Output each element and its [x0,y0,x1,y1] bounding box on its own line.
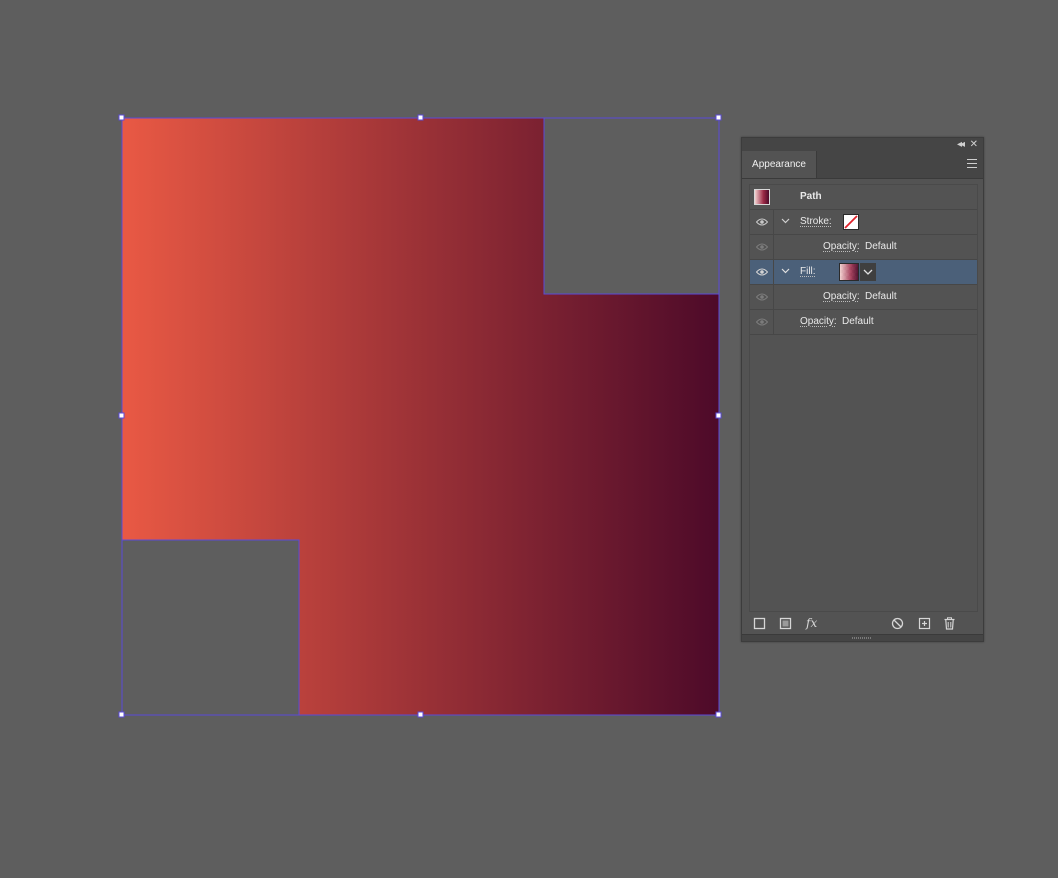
fill-gradient-swatch[interactable] [839,263,859,281]
object-opacity-value: Default [842,316,874,327]
clear-appearance-icon[interactable] [891,617,904,630]
row-stroke[interactable]: Stroke: [750,210,977,235]
chevron-down-icon[interactable] [781,216,790,225]
row-path[interactable]: Path [750,185,977,210]
hamburger-menu-icon[interactable] [967,159,977,168]
handle-middle-right[interactable] [715,412,722,419]
handle-top-middle[interactable] [417,114,424,121]
visibility-toggle-stroke-opacity[interactable] [750,235,774,259]
handle-bottom-left[interactable] [118,711,125,718]
visibility-toggle-stroke[interactable] [750,210,774,234]
panel-tab-bar: Appearance [742,151,983,179]
object-opacity-label[interactable]: Opacity: [800,316,837,327]
close-icon[interactable]: ✕ [970,139,978,151]
chevron-down-icon [863,269,873,275]
add-new-effect-icon[interactable]: fx [806,616,817,630]
eye-icon[interactable] [756,268,768,276]
eye-icon[interactable] [756,218,768,226]
trash-icon[interactable] [943,617,956,630]
stroke-label[interactable]: Stroke: [800,216,832,227]
handle-middle-left[interactable] [118,412,125,419]
visibility-toggle-object-opacity[interactable] [750,310,774,334]
fill-swatch-dropdown[interactable] [860,263,876,281]
fill-label[interactable]: Fill: [800,266,816,277]
handle-top-left[interactable] [118,114,125,121]
chevron-down-icon[interactable] [781,266,790,275]
tab-appearance[interactable]: Appearance [742,151,817,178]
appearance-panel: ◂◂ ✕ Appearance Path Stroke: Opacity: De… [741,137,984,642]
appearance-attribute-list: Path Stroke: Opacity: Default Fill: Opac… [749,184,978,612]
add-new-stroke-icon[interactable] [753,617,766,630]
stroke-opacity-value: Default [865,241,897,252]
duplicate-item-icon[interactable] [918,617,931,630]
double-chevron-left-icon[interactable]: ◂◂ [957,139,965,151]
none-slash-icon [844,215,858,229]
gradient-shape[interactable] [121,117,720,716]
row-fill-opacity[interactable]: Opacity: Default [750,285,977,310]
handle-bottom-right[interactable] [715,711,722,718]
handle-top-right[interactable] [715,114,722,121]
stroke-none-swatch[interactable] [843,214,859,230]
fill-opacity-label[interactable]: Opacity: [823,291,860,302]
stroke-opacity-label[interactable]: Opacity: [823,241,860,252]
eye-icon[interactable] [756,293,768,301]
handle-bottom-middle[interactable] [417,711,424,718]
eye-icon[interactable] [756,318,768,326]
row-fill[interactable]: Fill: [750,260,977,285]
path-label: Path [800,191,822,202]
panel-title-bar[interactable]: ◂◂ ✕ [742,138,983,151]
visibility-toggle-fill[interactable] [750,260,774,284]
panel-footer-toolbar: fx [742,612,983,634]
add-new-fill-icon[interactable] [779,617,792,630]
eye-icon[interactable] [756,243,768,251]
path-thumbnail [754,189,770,205]
row-stroke-opacity[interactable]: Opacity: Default [750,235,977,260]
row-object-opacity[interactable]: Opacity: Default [750,310,977,335]
visibility-toggle-fill-opacity[interactable] [750,285,774,309]
panel-resize-grip[interactable] [742,634,983,641]
fill-opacity-value: Default [865,291,897,302]
